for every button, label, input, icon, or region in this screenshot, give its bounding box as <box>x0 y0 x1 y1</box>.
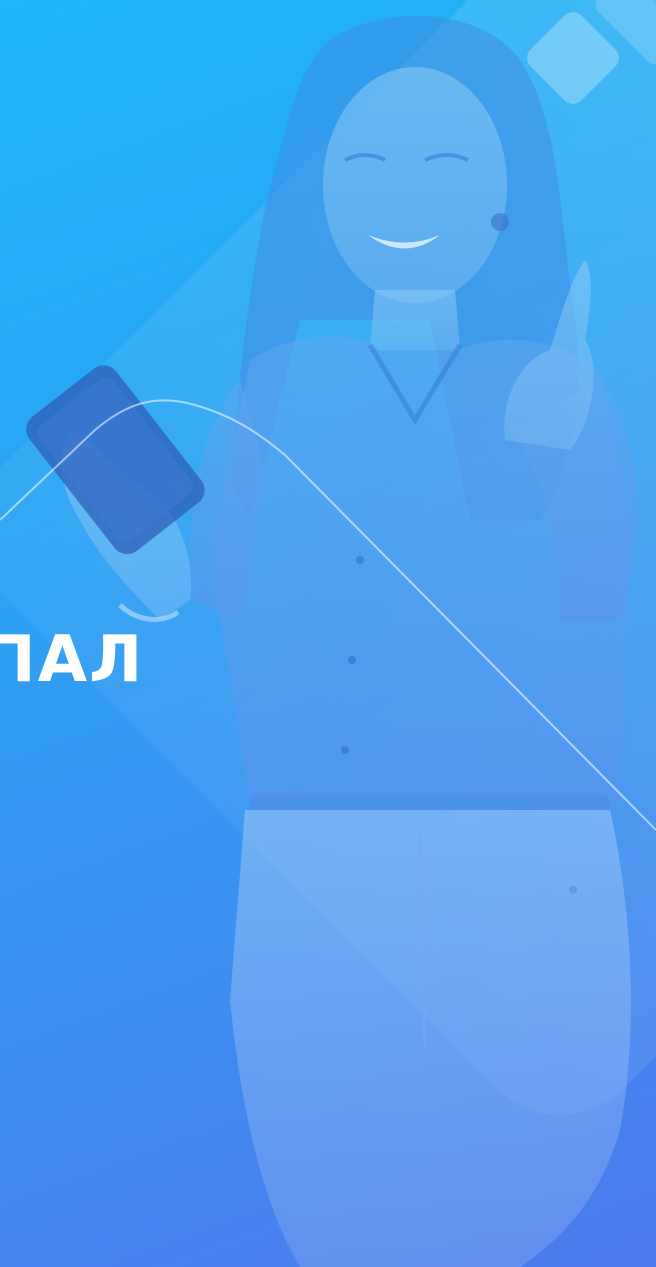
promo-banner: ПАЛ <box>0 0 656 1267</box>
promo-headline: ПАЛ <box>0 623 145 697</box>
